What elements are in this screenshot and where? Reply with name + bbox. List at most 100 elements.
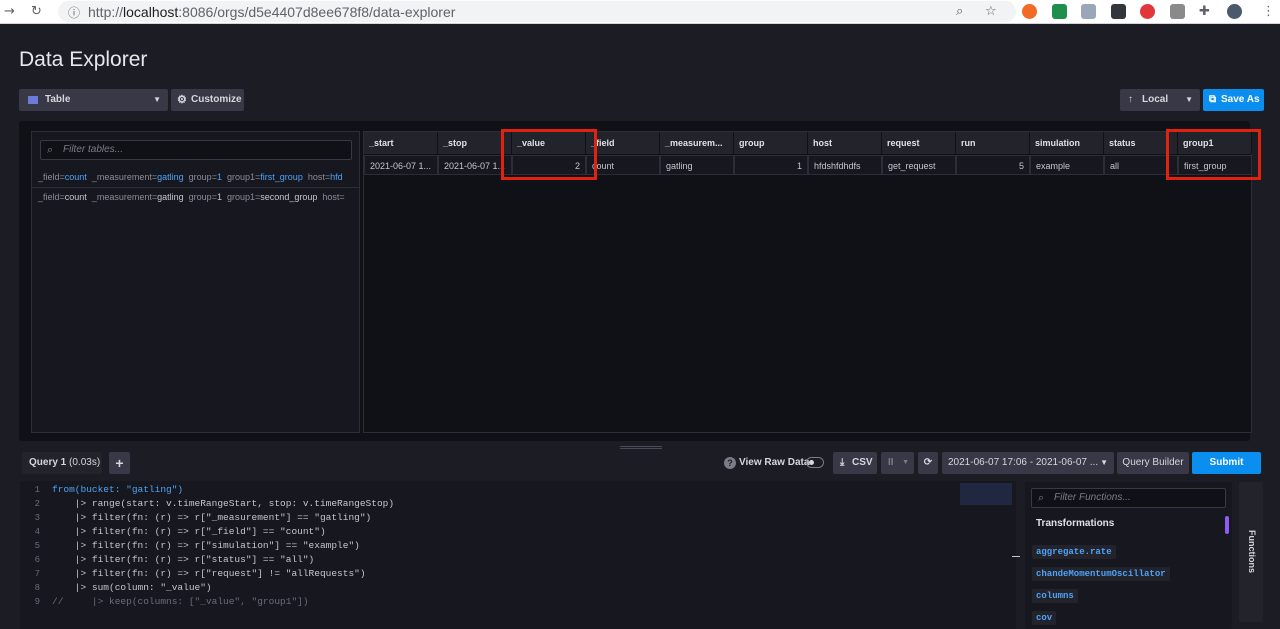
arrow-up-icon: ↑ — [1128, 94, 1133, 105]
collapse-icon[interactable] — [1012, 556, 1020, 557]
view-raw-data-toggle[interactable] — [806, 457, 824, 468]
add-query-button[interactable]: + — [109, 452, 130, 474]
visualization-panel: ⌕ Filter tables... _field=count _measure… — [19, 121, 1261, 441]
refresh-button[interactable]: ⟳ — [918, 452, 938, 474]
table-cell: example — [1030, 155, 1104, 175]
annotation-highlight-box — [1166, 129, 1261, 180]
code-line: |> sum(column: "_value") — [52, 582, 212, 593]
line-number: 6 — [34, 555, 40, 565]
code-line: |> filter(fn: (r) => r["_measurement"] =… — [52, 512, 372, 523]
source-dropdown[interactable]: ↑ Local ▼ — [1120, 89, 1200, 111]
line-number: 5 — [34, 541, 40, 551]
line-number: 8 — [34, 583, 40, 593]
save-as-button[interactable]: ⧉ Save As — [1203, 89, 1264, 111]
star-icon[interactable]: ☆ — [985, 4, 997, 20]
export-icon: ⧉ — [1209, 94, 1217, 105]
extension-icon[interactable] — [1052, 4, 1067, 19]
column-header[interactable]: run — [956, 132, 1030, 154]
column-header[interactable]: host — [808, 132, 882, 154]
extension-icon[interactable] — [1022, 4, 1037, 19]
column-header[interactable]: simulation — [1030, 132, 1104, 154]
puzzle-icon[interactable]: ✚ — [1199, 4, 1210, 20]
functions-side-tab[interactable]: Functions — [1239, 482, 1263, 622]
table-icon — [28, 96, 38, 104]
tab-query-1[interactable]: Query 1 (0.03s) — [22, 452, 102, 474]
column-header[interactable]: _measurem... — [660, 132, 734, 154]
filter-functions-input[interactable]: ⌕ Filter Functions... — [1031, 488, 1226, 508]
address-bar[interactable]: ⓘ http://localhost:8086/orgs/d5e4407d8ee… — [58, 1, 1016, 22]
table-list-item[interactable]: _field=count _measurement=gatling group=… — [38, 170, 358, 184]
refresh-icon: ⟳ — [923, 457, 933, 468]
download-icon: ⤓ — [840, 457, 845, 468]
code-line: from(bucket: "gatling") — [52, 484, 184, 495]
arrow-back-icon[interactable]: → — [4, 4, 15, 20]
divider — [32, 187, 359, 188]
line-number: 9 — [34, 597, 40, 607]
scrollbar-thumb[interactable] — [1225, 516, 1229, 534]
caret-down-icon: ▼ — [902, 459, 909, 466]
time-range-dropdown[interactable]: 2021-06-07 17:06 - 2021-06-07 ... ▼ — [942, 452, 1114, 474]
flux-code-editor[interactable]: 1 2 3 4 5 6 7 8 9 from(bucket: "gatling"… — [20, 481, 1016, 629]
function-item[interactable]: chandeMomentumOscillator — [1032, 567, 1170, 581]
avatar[interactable] — [1227, 4, 1242, 19]
table-cell: 5 — [956, 155, 1030, 175]
reload-icon[interactable]: ↻ — [31, 4, 42, 20]
column-header[interactable]: _field — [586, 132, 660, 154]
code-line: // |> keep(columns: ["_value", "group1"]… — [52, 596, 309, 607]
search-icon: ⌕ — [47, 144, 54, 156]
caret-down-icon: ▼ — [1185, 95, 1193, 104]
function-category-heading: Transformations — [1036, 518, 1115, 529]
customize-button[interactable]: ⚙ Customize — [171, 89, 244, 111]
table-cell: hfdshfdhdfs — [808, 155, 882, 175]
code-line: |> filter(fn: (r) => r["simulation"] == … — [52, 540, 360, 551]
submit-button[interactable]: Submit — [1192, 452, 1261, 474]
csv-download-button[interactable]: ⤓ CSV — [833, 452, 877, 474]
code-line: |> filter(fn: (r) => r["status"] == "all… — [52, 554, 315, 565]
function-item[interactable]: cov — [1032, 611, 1057, 625]
table-list-item[interactable]: _field=count _measurement=gatling group=… — [38, 190, 358, 204]
zoom-icon[interactable]: ⌕ — [956, 4, 963, 20]
query-builder-button[interactable]: Query Builder — [1117, 452, 1189, 474]
view-raw-data-label: View Raw Data — [739, 457, 810, 468]
line-number: 2 — [34, 499, 40, 509]
info-icon[interactable]: ⓘ — [68, 4, 80, 21]
table-cell: gatling — [660, 155, 734, 175]
help-icon[interactable]: ? — [724, 457, 736, 469]
caret-down-icon: ▼ — [1100, 458, 1108, 467]
line-number: 7 — [34, 569, 40, 579]
table-cell: 1 — [734, 155, 808, 175]
editor-minimap[interactable] — [960, 483, 1012, 505]
data-table: _start _stop _value _field _measurem... … — [363, 129, 1261, 433]
gear-icon: ⚙ — [177, 94, 187, 106]
tables-sidebar: ⌕ Filter tables... _field=count _measure… — [31, 131, 360, 433]
query-toolbar: Query 1 (0.03s) + ? View Raw Data ⤓ CSV … — [0, 452, 1280, 476]
column-header[interactable]: _start — [364, 132, 438, 154]
search-icon: ⌕ — [1038, 492, 1045, 504]
filter-tables-input[interactable]: ⌕ Filter tables... — [40, 140, 352, 160]
browser-toolbar: → ↻ ⓘ http://localhost:8086/orgs/d5e4407… — [0, 0, 1280, 24]
column-header[interactable]: request — [882, 132, 956, 154]
extension-icon[interactable] — [1140, 4, 1155, 19]
function-item[interactable]: aggregate.rate — [1032, 545, 1116, 559]
panel-resize-handle[interactable] — [620, 446, 662, 449]
code-line: |> filter(fn: (r) => r["request"] != "al… — [52, 568, 366, 579]
code-line: |> range(start: v.timeRangeStart, stop: … — [52, 498, 395, 509]
column-header[interactable]: group — [734, 132, 808, 154]
app-root: Data Explorer Table ▼ ⚙ Customize ↑ Loca… — [0, 24, 1280, 629]
table-cell: count — [586, 155, 660, 175]
more-menu-icon[interactable]: ⋮ — [1262, 4, 1275, 20]
code-line: |> filter(fn: (r) => r["_field"] == "cou… — [52, 526, 326, 537]
table-cell: 2021-06-07 1... — [364, 155, 438, 175]
url-text: http://localhost:8086/orgs/d5e4407d8ee67… — [88, 4, 456, 20]
extension-icon[interactable] — [1111, 4, 1126, 19]
viz-type-dropdown[interactable]: Table ▼ — [19, 89, 168, 111]
auto-refresh-dropdown[interactable]: II ▼ — [881, 452, 914, 474]
line-number: 3 — [34, 513, 40, 523]
line-number: 4 — [34, 527, 40, 537]
extension-icon[interactable] — [1170, 4, 1185, 19]
annotation-highlight-box — [501, 129, 597, 180]
table-cell: get_request — [882, 155, 956, 175]
function-item[interactable]: columns — [1032, 589, 1078, 603]
extension-icon[interactable] — [1081, 4, 1096, 19]
line-number: 1 — [34, 485, 40, 495]
